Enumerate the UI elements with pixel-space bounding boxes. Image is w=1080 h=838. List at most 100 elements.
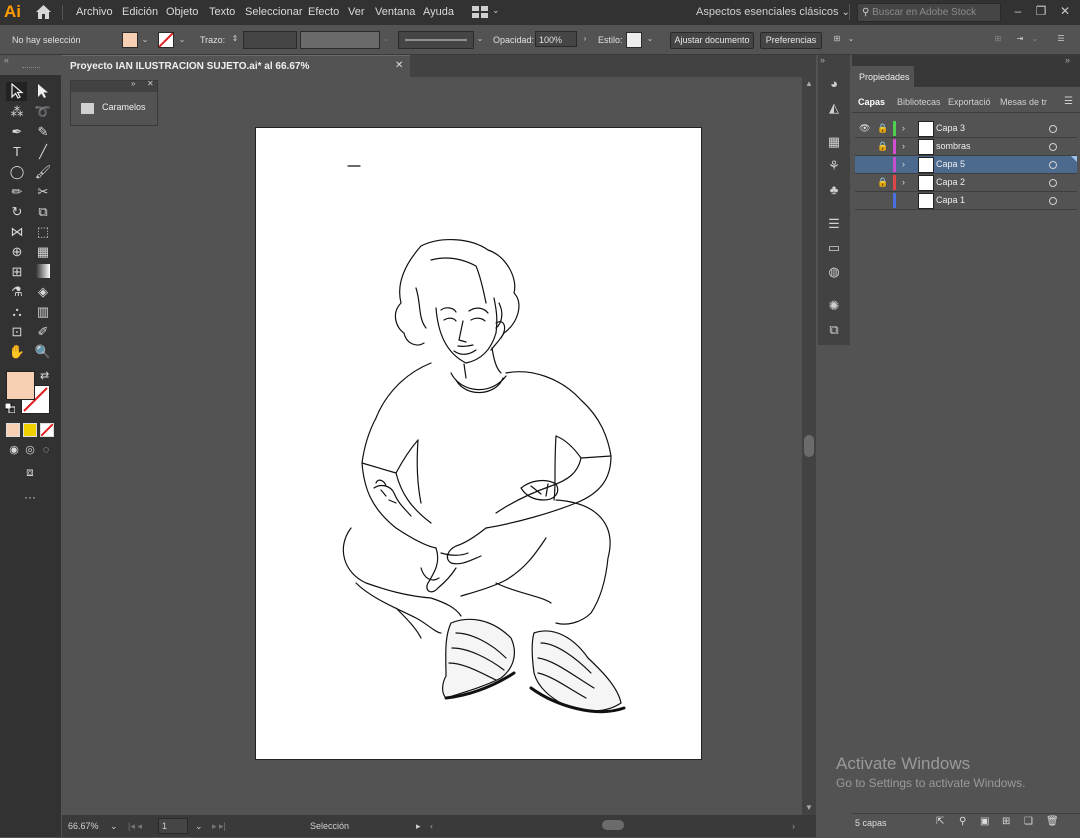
symbols-icon[interactable]: ♣ [826, 182, 842, 198]
layer-name[interactable]: Capa 3 [936, 120, 965, 137]
target-icon[interactable] [1049, 161, 1057, 169]
direct-selection-tool-icon[interactable] [34, 82, 52, 100]
color-mode-icon[interactable] [6, 423, 20, 437]
eye-icon[interactable]: 👁 [859, 120, 870, 137]
close-tab-icon[interactable]: ✕ [395, 60, 403, 71]
restore-button[interactable]: ❐ [1031, 2, 1051, 20]
gradient-mode-icon[interactable] [23, 423, 37, 437]
visibility-toggle[interactable] [859, 174, 869, 191]
artboard-number-field[interactable]: 1 [158, 818, 188, 834]
stroke-swatch[interactable] [158, 32, 174, 48]
visibility-toggle[interactable] [859, 138, 869, 155]
lock-toggle[interactable] [877, 192, 887, 209]
scroll-down-icon[interactable]: ▼ [805, 803, 813, 812]
blend-tool-icon[interactable]: ◈ [34, 283, 52, 301]
layer-name[interactable]: Capa 2 [936, 174, 965, 191]
trash-icon[interactable]: 🗑 [1046, 816, 1059, 827]
eyedropper-tool-icon[interactable]: ⚗ [8, 283, 26, 301]
menu-efecto[interactable]: Efecto [308, 0, 339, 25]
new-sublayer-icon[interactable]: ⊞ [1002, 816, 1010, 827]
scale-tool-icon[interactable]: ⧉ [34, 203, 52, 221]
chevron-down-icon[interactable]: ⌄ [177, 32, 187, 48]
zoom-level[interactable]: 66.67% [68, 818, 99, 834]
fill-swatch[interactable] [122, 32, 138, 48]
caramelos-label[interactable]: Caramelos [102, 102, 146, 112]
new-layer-icon[interactable]: ❑ [1024, 816, 1033, 827]
magic-wand-tool-icon[interactable]: ⁂ [8, 103, 26, 121]
panel-menu-icon[interactable]: ☰ [1054, 31, 1068, 47]
lasso-tool-icon[interactable]: ➰ [34, 103, 52, 121]
column-graph-tool-icon[interactable]: ▥ [34, 303, 52, 321]
appearance-icon[interactable]: ◭ [826, 100, 842, 116]
color-guide-icon[interactable]: ◕ [826, 76, 842, 92]
align-icon[interactable]: ⊞ [830, 31, 844, 47]
chevron-down-icon[interactable]: ⌄ [645, 31, 655, 47]
swatches-icon[interactable]: ▦ [826, 134, 842, 150]
shape-builder-tool-icon[interactable]: ⊕ [8, 243, 26, 261]
paintbrush-tool-icon[interactable]: 🖌 [34, 163, 52, 181]
brushes-icon[interactable]: ⚘ [826, 158, 842, 174]
target-icon[interactable] [1049, 179, 1057, 187]
default-colors-icon[interactable] [4, 402, 16, 414]
document-tab[interactable]: Proyecto IAN ILUSTRACION SUJETO.ai* al 6… [62, 55, 410, 94]
chevron-down-icon[interactable]: ⌄ [1030, 31, 1040, 47]
menu-texto[interactable]: Texto [209, 0, 235, 25]
none-mode-icon[interactable] [40, 423, 54, 437]
collapse-icon[interactable]: « [4, 55, 9, 65]
locate-object-icon[interactable]: ⚲ [959, 816, 966, 827]
graphic-styles-icon[interactable]: ✺ [826, 298, 842, 314]
target-icon[interactable] [1049, 143, 1057, 151]
gradient-panel-icon[interactable]: ▭ [826, 240, 842, 256]
tab-layers[interactable]: Capas [858, 92, 885, 112]
chevron-right-icon[interactable]: › [902, 138, 905, 155]
tab-export[interactable]: Exportació [948, 92, 991, 112]
layer-row[interactable]: › Capa 5 [855, 156, 1077, 174]
stock-search-input[interactable]: ⚲ Buscar en Adobe Stock [857, 3, 1001, 22]
tab-artboards[interactable]: Mesas de tr [1000, 92, 1047, 112]
vertical-scrollbar[interactable]: ▲ ▼ [802, 77, 816, 815]
chevron-right-icon[interactable]: › [902, 120, 905, 137]
home-icon[interactable] [35, 4, 52, 20]
graphic-style-swatch[interactable] [626, 32, 642, 48]
target-icon[interactable] [1049, 125, 1057, 133]
selection-tool-icon[interactable] [8, 82, 26, 100]
fill-color-box[interactable] [6, 371, 35, 400]
target-icon[interactable] [1049, 197, 1057, 205]
scroll-right-icon[interactable]: › [792, 818, 795, 834]
lock-toggle[interactable] [877, 156, 887, 173]
brush-definition-field[interactable] [398, 31, 474, 49]
scroll-up-icon[interactable]: ▲ [805, 79, 813, 88]
export-icon[interactable]: ⇱ [936, 816, 944, 827]
menu-edicion[interactable]: Edición [122, 0, 158, 25]
tab-properties[interactable]: Propiedades [852, 66, 914, 88]
symbol-sprayer-tool-icon[interactable]: ⛬ [8, 303, 26, 321]
visibility-toggle[interactable] [859, 156, 869, 173]
rotate-tool-icon[interactable]: ↻ [8, 203, 26, 221]
menu-archivo[interactable]: Archivo [76, 0, 113, 25]
arrange-documents-icon[interactable] [472, 6, 488, 18]
lock-icon[interactable]: 🔒 [877, 120, 888, 137]
lock-icon[interactable]: 🔒 [877, 174, 888, 191]
zoom-tool-icon[interactable]: 🔍 [34, 343, 52, 361]
clipping-mask-icon[interactable]: ▣ [980, 816, 989, 827]
stroke-panel-icon[interactable]: ☰ [826, 216, 842, 232]
chevron-down-icon[interactable]: ⌄ [110, 818, 118, 834]
arrange-icon[interactable]: ⇥ [1014, 31, 1026, 47]
status-menu-icon[interactable]: ▸ [416, 818, 421, 834]
layer-row[interactable]: Capa 1 [855, 192, 1077, 210]
swap-colors-icon[interactable]: ⇄ [40, 369, 49, 382]
first-artboard-icon[interactable]: |◂ ◂ [128, 818, 142, 834]
chevron-down-icon[interactable]: ⌄ [492, 5, 500, 16]
layer-name[interactable]: sombras [936, 138, 971, 155]
type-tool-icon[interactable]: T [8, 143, 26, 161]
artboard-tool-icon[interactable]: ⊡ [8, 323, 26, 341]
grid-icon[interactable]: ⊞ [992, 31, 1004, 47]
horizontal-scrollbar-thumb[interactable] [602, 820, 624, 830]
fit-document-button[interactable]: Ajustar documento [670, 32, 754, 49]
chevron-down-icon[interactable]: ⌄ [195, 818, 203, 834]
menu-ver[interactable]: Ver [348, 0, 365, 25]
draw-inside-icon[interactable]: ◌ [37, 441, 55, 459]
layer-name[interactable]: Capa 1 [936, 192, 965, 209]
panel-menu-icon[interactable]: ☰ [1064, 92, 1073, 112]
tab-libraries[interactable]: Bibliotecas [897, 92, 941, 112]
